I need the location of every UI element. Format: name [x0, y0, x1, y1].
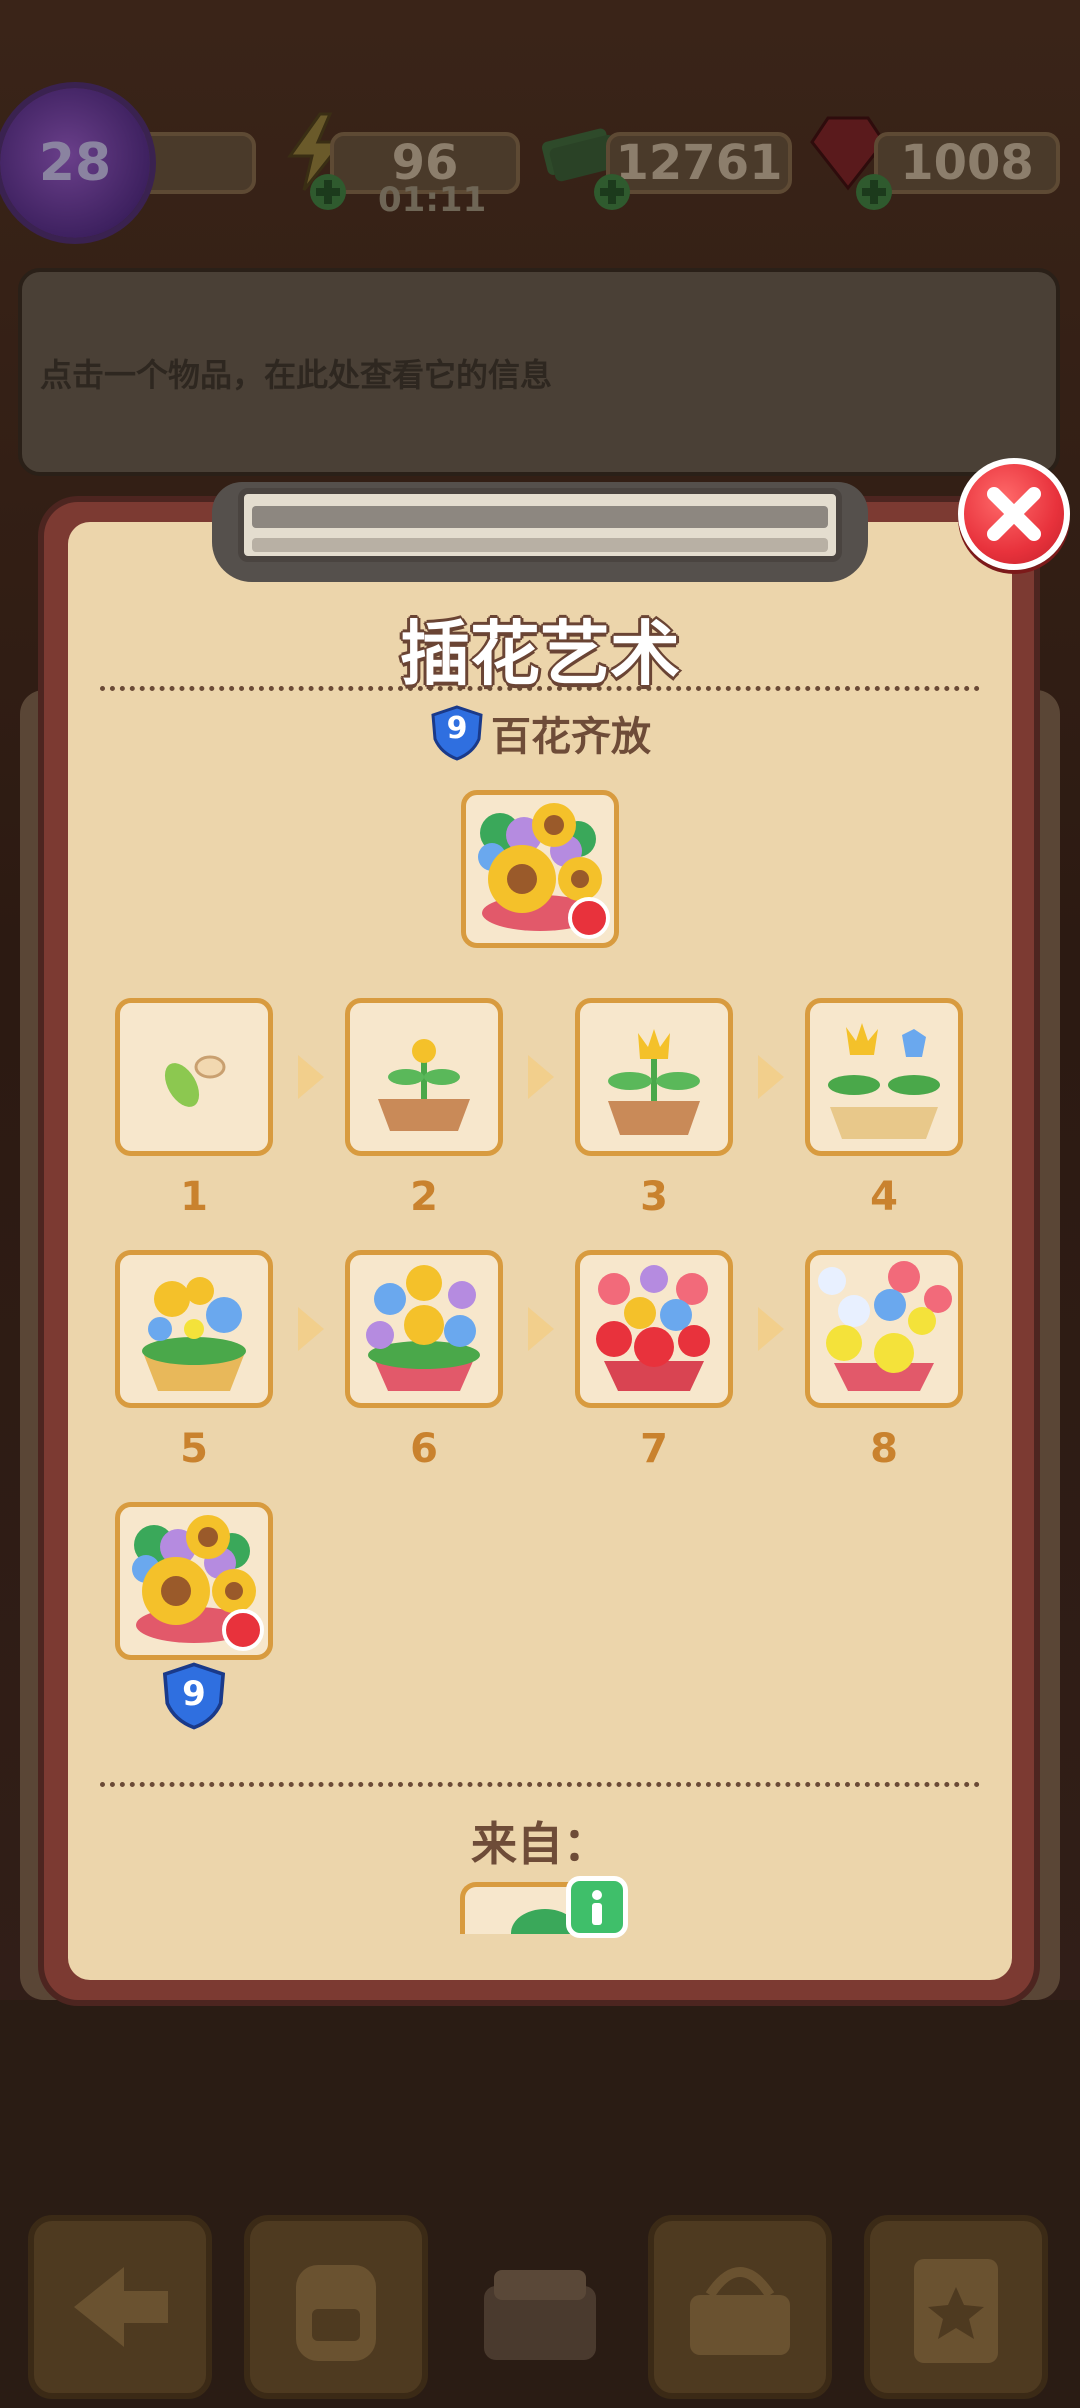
final-level-shield: 9: [160, 1662, 228, 1730]
chain-level-label: 7: [640, 1426, 668, 1472]
shop-basket-button[interactable]: [648, 2215, 832, 2399]
chain-item-9[interactable]: [115, 1502, 273, 1660]
chain-level-label: 8: [870, 1426, 898, 1472]
chain-arrow: [758, 1055, 784, 1099]
back-arrow-icon: [74, 2267, 168, 2347]
chain-arrow: [528, 1307, 554, 1351]
chain-item-3[interactable]: [575, 998, 733, 1156]
divider: [100, 1782, 980, 1787]
plus-icon[interactable]: [308, 172, 348, 212]
yellow-flower-pot-icon: [608, 1029, 700, 1135]
chain-level-label: 1: [180, 1174, 208, 1220]
level-badge[interactable]: 28: [0, 88, 150, 238]
cash-value: 12761: [615, 135, 783, 191]
level-value: 28: [38, 133, 112, 193]
flower-planter-icon: [828, 1023, 940, 1139]
source-label: 来自：: [471, 1817, 609, 1871]
chain-level-label: 3: [640, 1174, 668, 1220]
featured-item-tile[interactable]: [461, 790, 619, 948]
chain-item-8[interactable]: [805, 1250, 963, 1408]
chain-item-1[interactable]: [115, 998, 273, 1156]
info-icon: [592, 1890, 602, 1925]
plus-icon[interactable]: [592, 172, 632, 212]
chain-arrow: [298, 1307, 324, 1351]
source-info-button[interactable]: [566, 1876, 628, 1938]
clipboard-clip-bar-lower: [252, 538, 828, 552]
backpack-button[interactable]: [244, 2215, 428, 2399]
cash-counter[interactable]: 12761: [606, 132, 792, 194]
item-info-panel: 点击一个物品，在此处查看它的信息: [18, 268, 1060, 476]
chain-subtitle: 9 百花齐放: [0, 704, 1080, 765]
subtitle-level: 9: [446, 711, 468, 746]
final-level-value: 9: [182, 1674, 206, 1714]
backpack-icon: [296, 2265, 376, 2361]
basket-icon: [690, 2267, 790, 2355]
back-button[interactable]: [28, 2215, 212, 2399]
info-hint-text: 点击一个物品，在此处查看它的信息: [40, 356, 553, 394]
level-shield-icon: 9: [429, 705, 485, 761]
chain-level-label: 2: [410, 1174, 438, 1220]
close-icon: [987, 487, 1041, 541]
chain-item-2[interactable]: [345, 998, 503, 1156]
chain-level-label: 4: [870, 1174, 898, 1220]
flower-basket-icon: [142, 1277, 246, 1391]
plus-icon[interactable]: [854, 172, 894, 212]
seed-sprout-icon: [164, 1055, 226, 1107]
chain-level-label: 5: [180, 1426, 208, 1472]
mixed-flower-basket-icon: [366, 1265, 480, 1391]
gems-counter[interactable]: 1008: [874, 132, 1060, 194]
energy-timer: 01:11: [378, 180, 487, 220]
clipboard-star-icon: [914, 2259, 998, 2363]
chain-item-5[interactable]: [115, 1250, 273, 1408]
gems-value: 1008: [900, 135, 1034, 191]
dialog-title: 插花艺术: [399, 612, 682, 697]
chain-item-7[interactable]: [575, 1250, 733, 1408]
chain-arrow: [528, 1055, 554, 1099]
chain-level-label: 6: [410, 1426, 438, 1472]
chain-item-6[interactable]: [345, 1250, 503, 1408]
chain-arrow: [298, 1055, 324, 1099]
divider: [100, 686, 980, 691]
clipboard-clip-bar: [252, 506, 828, 528]
top-hud: 28 96 01:11 12761 1008: [0, 88, 1080, 238]
close-button[interactable]: [958, 458, 1070, 570]
toolbox-icon[interactable]: [470, 2240, 610, 2380]
bud-pot-icon: [378, 1039, 470, 1131]
max-level-crown-icon: [568, 897, 610, 939]
chain-item-4[interactable]: [805, 998, 963, 1156]
subtitle-text: 百花齐放: [491, 714, 651, 760]
bouquet-basket-icon: [818, 1261, 952, 1391]
tulip-basket-icon: [596, 1265, 710, 1391]
chain-arrow: [758, 1307, 784, 1351]
max-level-crown-icon: [222, 1609, 264, 1651]
tasks-button[interactable]: [864, 2215, 1048, 2399]
